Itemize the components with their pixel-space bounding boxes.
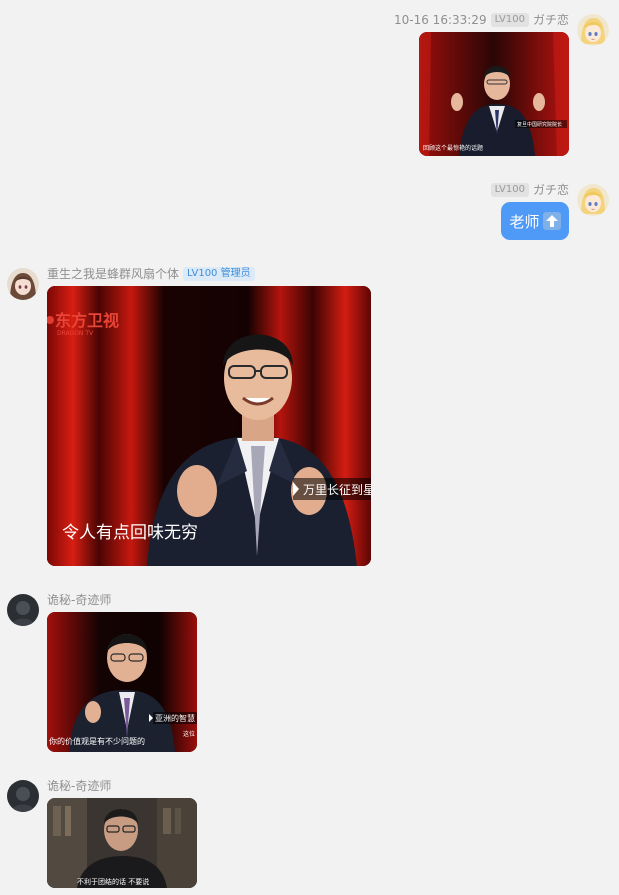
ticker-text-2: 这位	[183, 730, 195, 738]
message-meta: LV100 ガチ恋	[490, 182, 569, 198]
avatar[interactable]	[7, 268, 39, 300]
message-meta: 重生之我是蜂群风扇个体 LV100 管理员	[47, 266, 255, 282]
ticker-text: 复旦中国研究院院长	[517, 121, 562, 128]
chat-window: 10-16 16:33:29 LV100 ガチ恋 复旦中国研究院院长 回顾这个最…	[0, 0, 619, 895]
image-caption: 回顾这个最惊艳的话题	[423, 144, 483, 152]
up-arrow-emoji-icon	[542, 212, 561, 230]
username[interactable]: 诡秘-奇迹师	[47, 778, 111, 794]
username[interactable]: 重生之我是蜂群风扇个体	[47, 266, 179, 282]
message-meta: 10-16 16:33:29 LV100 ガチ恋	[394, 12, 569, 28]
avatar[interactable]	[7, 594, 39, 626]
tv-logo-sub: DRAGON TV	[57, 330, 94, 337]
anime-character-avatar-icon	[7, 268, 39, 300]
username[interactable]: ガチ恋	[533, 182, 569, 198]
dark-avatar-icon	[7, 780, 39, 812]
image-message[interactable]: 不利于团结的话 不要说	[47, 798, 197, 888]
image-caption: 你的价值观是有不少问题的	[49, 736, 145, 746]
level-badge: LV100 管理员	[183, 267, 255, 281]
image-caption: 不利于团结的话 不要说	[77, 877, 149, 886]
text-bubble[interactable]: 老师	[501, 202, 569, 240]
dark-avatar-icon	[7, 594, 39, 626]
username[interactable]: 诡秘-奇迹师	[47, 592, 111, 608]
image-message[interactable]: 东方卫视 DRAGON TV 万里长征到星 令人有点回味无穷	[47, 286, 371, 566]
timestamp: 10-16 16:33:29	[394, 13, 487, 27]
message-meta: 诡秘-奇迹师	[47, 592, 111, 608]
admin-role: 管理员	[220, 268, 251, 279]
level-badge: LV100	[490, 13, 529, 27]
anime-girl-avatar-icon	[577, 14, 609, 46]
ticker-text: 万里长征到星	[303, 483, 371, 497]
anime-girl-avatar-icon	[577, 184, 609, 216]
username[interactable]: ガチ恋	[533, 12, 569, 28]
image-message[interactable]: 亚洲的智慧 这位 你的价值观是有不少问题的	[47, 612, 197, 752]
image-caption: 令人有点回味无穷	[62, 523, 198, 543]
image-message[interactable]: 复旦中国研究院院长 回顾这个最惊艳的话题	[419, 32, 569, 156]
ticker-text: 亚洲的智慧	[155, 713, 195, 723]
avatar[interactable]	[7, 780, 39, 812]
avatar[interactable]	[577, 14, 609, 46]
level-badge: LV100	[490, 183, 529, 197]
message-text: 老师	[509, 212, 540, 231]
message-meta: 诡秘-奇迹师	[47, 778, 111, 794]
tv-logo: 东方卫视	[55, 311, 119, 330]
avatar[interactable]	[577, 184, 609, 216]
